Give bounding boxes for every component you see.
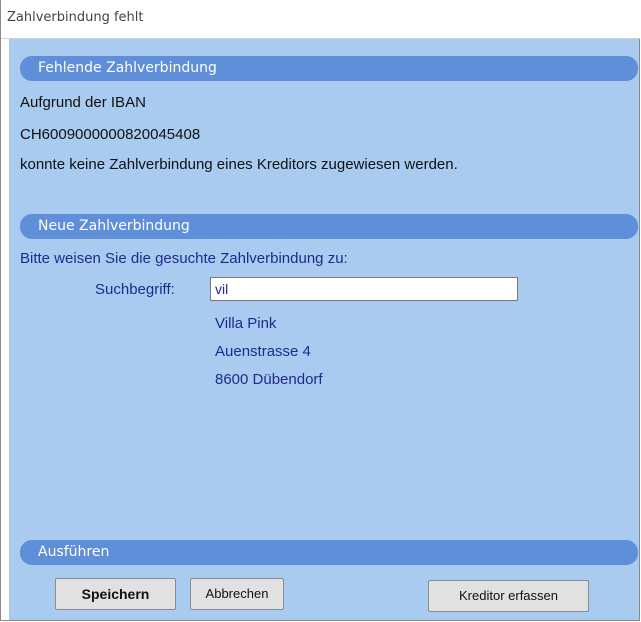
reason-text-line3: konnte keine Zahlverbindung eines Kredit… — [20, 156, 458, 173]
iban-value: CH6009000000820045408 — [20, 126, 201, 143]
save-button[interactable]: Speichern — [55, 578, 176, 610]
section-header-execute: Ausführen — [20, 540, 638, 565]
dialog-window: Zahlverbindung fehlt Fehlende Zahlverbin… — [0, 0, 640, 621]
section-header-new-payment: Neue Zahlverbindung — [20, 214, 638, 239]
search-input[interactable] — [210, 277, 518, 301]
search-label: Suchbegriff: — [95, 281, 175, 298]
result-street[interactable]: Auenstrasse 4 — [215, 343, 311, 360]
window-title: Zahlverbindung fehlt — [7, 10, 144, 25]
title-bar[interactable]: Zahlverbindung fehlt — [1, 0, 640, 39]
result-name[interactable]: Villa Pink — [215, 315, 276, 332]
cancel-button[interactable]: Abbrechen — [190, 578, 284, 610]
result-city[interactable]: 8600 Dübendorf — [215, 371, 323, 388]
reason-text-line1: Aufgrund der IBAN — [20, 94, 146, 111]
assign-instruction: Bitte weisen Sie die gesuchte Zahlverbin… — [20, 250, 348, 267]
section-header-missing-payment: Fehlende Zahlverbindung — [20, 56, 638, 81]
create-creditor-button[interactable]: Kreditor erfassen — [428, 580, 589, 612]
